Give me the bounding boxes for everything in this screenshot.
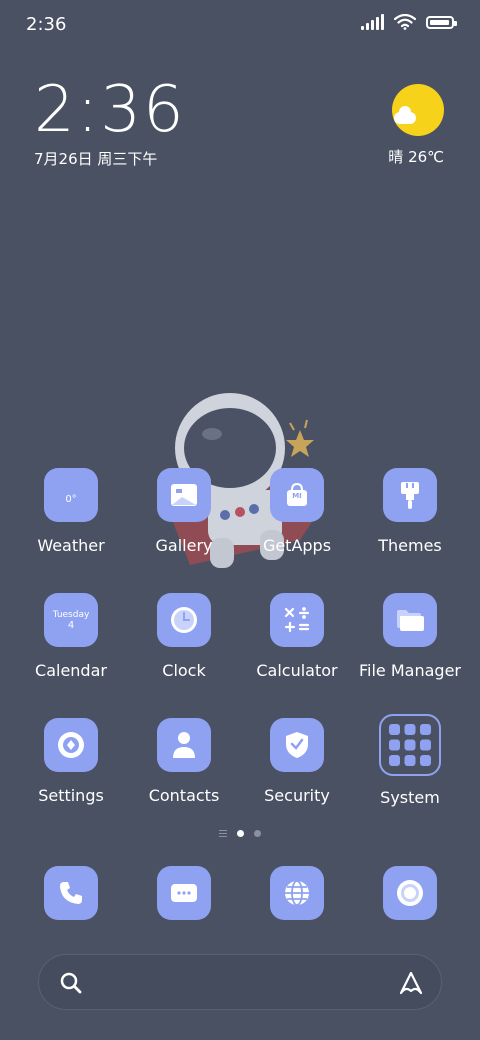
phone-icon: [44, 866, 98, 920]
settings-icon: [44, 718, 98, 772]
gallery-icon: [157, 468, 211, 522]
app-label: GetApps: [262, 536, 332, 555]
calculator-icon: [270, 593, 324, 647]
dock-messages[interactable]: [129, 866, 239, 920]
search-icon: [60, 972, 82, 994]
app-label: System: [380, 788, 440, 807]
contacts-icon: [157, 718, 211, 772]
folder-icon: [383, 593, 437, 647]
app-file-manager[interactable]: File Manager: [355, 593, 465, 680]
messages-icon: [157, 866, 211, 920]
calendar-icon: Tuesday 4: [44, 593, 98, 647]
app-label: File Manager: [359, 661, 461, 680]
battery-icon: [426, 15, 457, 29]
cloud-icon: [394, 106, 416, 124]
app-getapps[interactable]: MI GetApps: [242, 468, 352, 555]
browser-icon: [270, 866, 324, 920]
folder-system[interactable]: System: [355, 714, 465, 807]
themes-icon: [383, 468, 437, 522]
getapps-icon-text: MI: [292, 492, 302, 500]
app-themes[interactable]: Themes: [355, 468, 465, 555]
weather-condition-temp: 晴 26℃: [388, 148, 444, 166]
app-label: Weather: [37, 536, 105, 555]
camera-icon: [383, 866, 437, 920]
dock-camera[interactable]: [355, 866, 465, 920]
app-label: Calculator: [256, 661, 338, 680]
folder-grid-icon: [379, 714, 441, 776]
weather-icon: 0°: [44, 468, 98, 522]
app-security[interactable]: Security: [242, 718, 352, 805]
clock-icon: [157, 593, 211, 647]
app-gallery[interactable]: Gallery: [129, 468, 239, 555]
getapps-icon: MI: [270, 468, 324, 522]
calendar-icon-date: 4: [67, 619, 75, 631]
status-time: 2:36: [26, 14, 67, 35]
dock-phone[interactable]: [16, 866, 126, 920]
weather-icon-temp: 0°: [65, 493, 77, 505]
wifi-icon: [394, 14, 416, 30]
app-weather[interactable]: 0° Weather: [16, 468, 126, 555]
calendar-icon-day: Tuesday: [52, 609, 90, 620]
app-label: Security: [264, 786, 330, 805]
app-label: Contacts: [148, 786, 220, 805]
app-contacts[interactable]: Contacts: [129, 718, 239, 805]
app-label: Themes: [378, 536, 442, 555]
page-dot-active: [237, 830, 244, 837]
app-label: Gallery: [155, 536, 213, 555]
widget-date: 7月26日 周三下午: [34, 150, 158, 168]
search-bar[interactable]: [38, 954, 442, 1010]
app-clock[interactable]: Clock: [129, 593, 239, 680]
dock-browser[interactable]: [242, 866, 352, 920]
menu-lines-icon: [219, 830, 227, 837]
clock-widget[interactable]: 2:36 7月26日 周三下午: [34, 78, 186, 169]
app-settings[interactable]: Settings: [16, 718, 126, 805]
signal-icon: [361, 14, 384, 30]
widget-time: 2:36: [34, 73, 186, 147]
page-dot: [254, 830, 261, 837]
app-label: Settings: [38, 786, 104, 805]
shield-icon: [270, 718, 324, 772]
page-indicator[interactable]: [0, 830, 480, 837]
status-bar: 2:36: [0, 0, 480, 50]
status-icons: [361, 14, 457, 30]
app-calendar[interactable]: Tuesday 4 Calendar: [16, 593, 126, 680]
app-calculator[interactable]: Calculator: [242, 593, 352, 680]
assistant-icon[interactable]: [397, 969, 425, 997]
app-label: Calendar: [35, 661, 107, 680]
app-label: Clock: [162, 661, 206, 680]
